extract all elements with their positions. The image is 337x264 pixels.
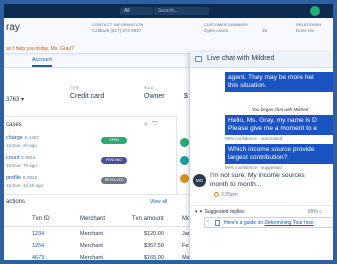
case-item[interactable]: charge S-1267 15 Due: 2h ago OPEN [6, 133, 174, 153]
cases-panel: cases ⌕ ▽ charge S-1267 15 Due: 2h ago O… [4, 116, 176, 194]
case-meta: 15 Due: 7h ago [6, 163, 37, 168]
status-badge: PENDING [101, 157, 127, 164]
view-all-link[interactable]: View all [150, 199, 167, 205]
customer-name: ray [6, 22, 20, 33]
activity-icon [180, 138, 189, 147]
column-header[interactable]: Txn ID [32, 216, 50, 222]
avatar: MG [193, 174, 206, 187]
chat-started-note: You began chat with Mildred [251, 107, 309, 112]
tab-bar: Account [4, 56, 189, 68]
type-value: Credit card [70, 93, 105, 100]
divider [4, 226, 189, 227]
customer-summary-title: CUSTOMER SUMMARY [204, 22, 249, 27]
customer-message: I'm not sure. My income sources month to … [210, 172, 305, 188]
txn-amount: $357.50 [144, 243, 164, 249]
txn-merchant: Merchant [80, 231, 103, 237]
case-item[interactable]: profile S-0912 15 Due: 1d 4h ago RESOLVE… [6, 173, 174, 193]
relationship-title: RELATIONSH [296, 22, 322, 27]
txn-merchant: Merchant [80, 243, 103, 249]
contact-info-value: Callback (617) 374-9637 [92, 28, 142, 33]
txn-amount: $120.00 [144, 231, 164, 237]
document-icon [215, 220, 220, 226]
txn-extra: Fe [182, 243, 189, 249]
scope-select[interactable]: All [120, 7, 153, 15]
message-time: 3:25pm [214, 192, 238, 198]
search-icon[interactable]: ⌕ [144, 121, 148, 128]
tab-account[interactable]: Account [32, 57, 52, 67]
role-label: ROLE [144, 86, 154, 90]
account-card: 3763 ▾ TYPE Credit card ROLE Owner $ [4, 68, 189, 116]
relationship-value: Done rev [296, 28, 315, 33]
suggested-reply[interactable]: ‹ Here's a guide on Determining Your Inc… [204, 217, 333, 228]
chevron-left-icon[interactable]: ‹ [207, 219, 209, 225]
search-input[interactable]: Search... [154, 7, 209, 15]
live-chat-panel: Live chat with Mildred agent. They may b… [189, 52, 333, 260]
suggested-replies-bar[interactable]: ▾ ✦ Suggested replies 89% c [190, 205, 333, 217]
status-badge: RESOLVED [101, 177, 127, 184]
activity-icon [180, 156, 189, 165]
confidence-note: 99% confidence - automated [225, 136, 283, 141]
confidence-note: 99% confidence - suggested [225, 165, 282, 170]
chat-title: Live chat with Mildred [207, 55, 275, 62]
chat-header: Live chat with Mildred [190, 52, 333, 68]
transactions-panel: actions View all Txn ID Merchant Txn amo… [4, 194, 190, 261]
contact-info-title: CONTACT INFORMATION [92, 22, 144, 27]
filter-icon[interactable]: ▽ [152, 121, 158, 128]
case-meta: 15 Due: 2h ago [6, 143, 37, 148]
open-cases-value: 35 [262, 28, 268, 33]
chat-icon [195, 56, 202, 62]
cases-title: cases [6, 122, 22, 128]
open-cases-label: Open cases [204, 28, 229, 33]
account-id[interactable]: 3763 ▾ [6, 96, 24, 103]
suggested-replies-label[interactable]: ▾ ✦ Suggested replies [195, 209, 245, 215]
case-item[interactable]: count S-9916 15 Due: 7h ago PENDING [6, 153, 174, 173]
case-meta: 15 Due: 1d 4h ago [6, 183, 44, 188]
app-frame: All Search... ray CONTACT INFORMATION Ca… [2, 2, 335, 262]
column-header[interactable]: Merchant [80, 216, 105, 222]
top-bar: All Search... [4, 4, 333, 18]
case-name[interactable]: charge S-1267 [6, 135, 39, 141]
activity-icon [180, 174, 189, 183]
case-name[interactable]: profile S-0912 [6, 175, 37, 181]
greeting-prompt: an I help you today, Ms. Gray? [6, 46, 74, 52]
txn-merchant: Merchant [80, 255, 103, 261]
type-label: TYPE [70, 86, 80, 90]
column-header[interactable]: Txn amount [132, 216, 164, 222]
txn-id[interactable]: 4673 [32, 255, 44, 260]
role-value: Owner [144, 93, 165, 100]
clock-icon [214, 192, 219, 197]
cases-tools: ⌕ ▽ [144, 121, 158, 129]
activity-column [176, 116, 189, 194]
agent-message: Hello, Ms. Gray, my name is D Please give… [225, 115, 333, 135]
txn-id[interactable]: 1234 [32, 231, 44, 237]
suggested-confidence: 89% c [308, 209, 322, 215]
case-name[interactable]: count S-9916 [6, 155, 36, 161]
agent-message: agent. They may be more hel this situatio… [225, 72, 333, 92]
status-badge: OPEN [101, 137, 127, 144]
user-avatar[interactable] [310, 6, 320, 16]
suggested-reply-text[interactable]: Here's a guide on Determining Your Inco [224, 220, 314, 226]
txn-amount: $165.00 [144, 255, 164, 261]
balance-value: $ [184, 93, 188, 100]
agent-message: Which income source provide largest contr… [225, 144, 333, 164]
transactions-title: actions [6, 199, 26, 205]
txn-id[interactable]: 1254 [32, 243, 44, 249]
